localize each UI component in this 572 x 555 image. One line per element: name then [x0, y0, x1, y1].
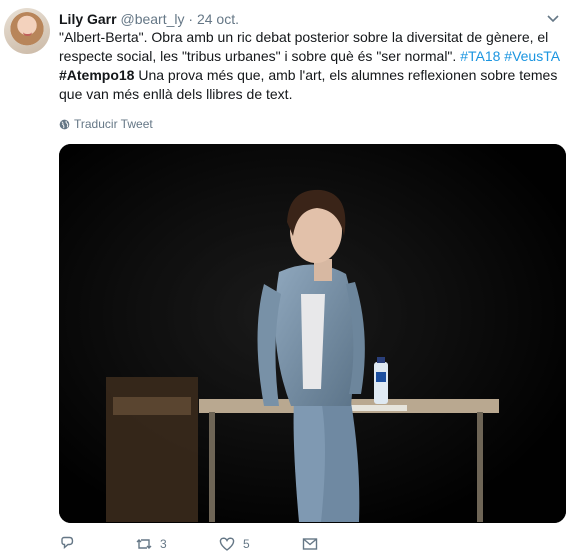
tweet-text-line-3: #Atempo18 Una prova més que, amb l'art, …: [59, 66, 564, 85]
tweet-text-line-2: respecte social, les "tribus urbanes" i …: [59, 47, 564, 66]
translate-tweet-link[interactable]: Traducir Tweet: [59, 117, 153, 131]
tweet-date[interactable]: 24 oct.: [197, 11, 239, 27]
tweet-text-line-2-body: respecte social, les "tribus urbanes" i …: [59, 48, 461, 64]
stage-performer-photo: [59, 144, 566, 523]
globe-icon: [59, 119, 70, 129]
display-name[interactable]: Lily Garr: [59, 11, 117, 27]
retweet-icon: [136, 539, 152, 549]
tweet-text-line-4: que van més enllà dels llibres de text.: [59, 86, 293, 102]
tweet-text-line-3-body: Una prova més que, amb l'art, els alumne…: [134, 67, 558, 83]
like-button[interactable]: 5: [219, 536, 250, 552]
direct-message-button[interactable]: [302, 536, 318, 552]
tweet-actions: 3 5: [59, 534, 564, 554]
user-handle[interactable]: @beart_ly: [120, 11, 184, 27]
hashtag-atempo18[interactable]: #Atempo18: [59, 67, 134, 83]
separator-dot: ·: [188, 11, 194, 27]
reply-icon: [61, 536, 74, 550]
direct-message-icon: [302, 538, 318, 550]
reply-button[interactable]: [59, 536, 83, 552]
avatar-smile: [23, 32, 32, 36]
avatar[interactable]: [4, 8, 50, 54]
tweet-text: "Albert-Berta". Obra amb un ric debat po…: [59, 28, 564, 104]
hashtag-veusta[interactable]: #VeusTA: [504, 48, 560, 64]
hashtag-ta18[interactable]: #TA18: [460, 48, 500, 64]
chevron-down-icon[interactable]: [546, 14, 560, 24]
translate-label: Traducir Tweet: [74, 117, 153, 131]
tweet-photo[interactable]: [59, 144, 566, 523]
retweet-button[interactable]: 3: [136, 536, 167, 552]
retweet-count: 3: [160, 537, 167, 551]
tweet-text-line-1: "Albert-Berta". Obra amb un ric debat po…: [59, 29, 549, 45]
like-count: 5: [243, 537, 250, 551]
heart-icon: [219, 537, 235, 551]
tweet-header: Lily Garr @beart_ly · 24 oct.: [59, 10, 562, 28]
